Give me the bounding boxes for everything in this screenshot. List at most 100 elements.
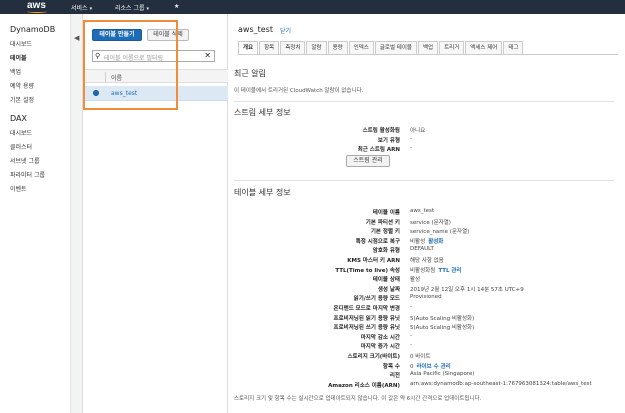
table-name-value-text: aws_test xyxy=(410,208,435,214)
kms-master-key-arn-value: 해당 사항 없음 xyxy=(410,256,444,264)
item-count-action-link[interactable]: 라이브 수 관리 xyxy=(417,364,451,370)
stream-details-heading: 스트림 세부 정보 xyxy=(234,108,291,117)
tab-indexes[interactable]: 인덱스 xyxy=(348,41,374,54)
recent-alarms-heading: 최근 알림 xyxy=(234,69,266,78)
table-details-heading: 테이블 세부 정보 xyxy=(234,188,291,197)
table-status-value: 활성 xyxy=(410,275,420,283)
table-name-value: aws_test xyxy=(410,208,434,214)
pin-icon[interactable]: ★ xyxy=(174,3,179,10)
sidebar-item-dax-dashboard[interactable]: 대시보드 xyxy=(10,128,32,137)
ttl-attribute-value: 비활성화됨 TTL 관리 xyxy=(410,266,461,274)
provisioned-write-capacity-label: 프로비저닝된 쓰기 용량 유닛 xyxy=(333,325,400,332)
recent-alarms-note: 이 테이블에서 트리거된 CloudWatch 알람이 없습니다. xyxy=(234,88,364,94)
last-decrease-time-label: 마지막 감소 시간 xyxy=(360,334,400,341)
tab-items[interactable]: 항목 xyxy=(259,41,280,54)
creation-date-value-text: 2019년 2월 12일 오후 1시 14분 57초 UTC+9 xyxy=(410,286,524,293)
sidebar-collapse-handle[interactable]: ◀ xyxy=(71,14,83,413)
page-title: aws_test xyxy=(238,25,273,34)
storage-size-value-text: 0 바이트 xyxy=(410,354,431,360)
tab-triggers[interactable]: 트리거 xyxy=(439,41,465,54)
arn-label: Amazon 리소스 이름(ARN) xyxy=(328,382,400,389)
sidebar-item-preferences[interactable]: 기본 설정 xyxy=(10,95,34,104)
services-label: 서비스 xyxy=(71,5,88,12)
sidebar-item-clusters[interactable]: 클러스터 xyxy=(10,142,32,151)
capacity-mode-label: 읽기/쓰기 용량 모드 xyxy=(353,296,400,303)
sidebar-title-dynamodb: DynamoDB xyxy=(10,25,56,34)
last-increase-time-value-text: - xyxy=(410,342,412,349)
capacity-mode-value-text: Provisioned xyxy=(410,294,442,301)
manage-stream-button[interactable]: 스트림 관리 xyxy=(346,155,390,167)
table-name-label: 테이블 이름 xyxy=(372,210,400,216)
capacity-mode-value: Provisioned xyxy=(410,294,442,300)
provisioned-write-capacity-value-text: 5(Auto Scaling 비활성화) xyxy=(410,325,475,332)
sort-key-value: service_name (문자열) xyxy=(410,227,469,235)
view-type-label: 보기 유형 xyxy=(377,138,400,144)
encryption-type-value-text: DEFAULT xyxy=(410,246,434,253)
tab-metrics[interactable]: 측정치 xyxy=(280,41,306,54)
point-in-time-recovery-action-link[interactable]: 활성화 xyxy=(428,239,443,245)
last-decrease-time-value: - xyxy=(410,333,412,339)
encryption-type-label: 암호화 유형 xyxy=(372,248,400,255)
aws-logo[interactable]: aws xyxy=(27,1,46,11)
sort-key-label: 기본 정렬 키 xyxy=(370,229,400,236)
section-divider xyxy=(234,101,614,102)
stream-enabled-value: 아니요 xyxy=(410,128,426,134)
clear-icon[interactable]: ✕ xyxy=(204,51,211,60)
close-link[interactable]: 닫기 xyxy=(280,26,291,35)
sidebar-item-backups[interactable]: 백업 xyxy=(10,67,21,76)
item-count-label: 항목 수 xyxy=(382,363,400,370)
creation-date-label: 생성 날짜 xyxy=(377,286,400,293)
tab-tags[interactable]: 태그 xyxy=(503,41,524,54)
ttl-attribute-action-link[interactable]: TTL 관리 xyxy=(438,268,461,274)
tab-alarms[interactable]: 알람 xyxy=(306,41,327,54)
partition-key-value: service (문자열) xyxy=(410,218,451,226)
last-change-to-on-demand-label: 온디맨드 모드로 마지막 변경 xyxy=(333,306,400,312)
resource-groups-label: 리소스 그룹 xyxy=(115,5,145,12)
tab-global-tables[interactable]: 글로벌 테이블 xyxy=(374,41,417,54)
last-change-to-on-demand-value-text: - xyxy=(410,304,412,310)
tab-access-control[interactable]: 액세스 제어 xyxy=(465,41,503,54)
point-in-time-recovery-value: 비활성 활성화 xyxy=(410,237,443,245)
arn-value: arn:aws:dynamodb:ap-southeast-1:76796308… xyxy=(410,381,592,387)
partition-key-label: 기본 파티션 키 xyxy=(365,219,400,226)
last-increase-time-value: - xyxy=(410,342,412,348)
chevron-down-icon: ▾ xyxy=(89,6,93,12)
footer-note: 스토리지 크기 및 항목 수는 실시간으로 업데이트되지 않습니다. 이 값은 … xyxy=(234,396,482,402)
ttl-attribute-label: TTL(Time to live) 속성 xyxy=(335,267,400,274)
encryption-type-value: DEFAULT xyxy=(410,246,434,252)
table-detail-pane: aws_test 닫기 개요 항목 측정치 알람 용량 인덱스 글로벌 테이블 … xyxy=(232,14,625,413)
storage-size-label: 스토리지 크기(바이트) xyxy=(347,354,400,360)
resource-groups-menu[interactable]: 리소스 그룹 ▾ xyxy=(115,3,149,12)
tab-backups[interactable]: 백업 xyxy=(417,41,439,54)
sidebar-title-dax: DAX xyxy=(10,114,27,123)
services-menu[interactable]: 서비스 ▾ xyxy=(71,3,92,12)
chevron-left-icon: ◀ xyxy=(74,34,80,42)
latest-stream-arn-label: 최근 스트림 ARN xyxy=(357,147,400,153)
creation-date-value: 2019년 2월 12일 오후 1시 14분 57초 UTC+9 xyxy=(410,285,524,293)
aws-logo-smile-icon xyxy=(27,10,47,13)
partition-key-value-text: service (문자열) xyxy=(410,219,451,226)
stream-enabled-label: 스트림 활성화됨 xyxy=(362,128,400,134)
last-decrease-time-value-text: - xyxy=(410,332,412,339)
provisioned-read-capacity-value: 5(Auto Scaling 비활성화) xyxy=(410,314,474,322)
tab-underline xyxy=(238,54,618,55)
tab-overview[interactable]: 개요 xyxy=(238,41,259,54)
storage-size-value: 0 바이트 xyxy=(410,352,430,360)
sidebar-item-reserved-capacity[interactable]: 예약 용량 xyxy=(10,81,34,90)
sidebar-item-dashboard[interactable]: 대시보드 xyxy=(10,39,32,48)
point-in-time-recovery-label: 특정 시점으로 복구 xyxy=(355,238,400,245)
point-in-time-recovery-value-text: 비활성 xyxy=(410,238,426,245)
tab-capacity[interactable]: 용량 xyxy=(327,41,348,54)
sidebar-item-subnet-groups[interactable]: 서브넷 그룹 xyxy=(10,156,40,165)
provisioned-read-capacity-value-text: 5(Auto Scaling 비활성화) xyxy=(410,315,475,322)
sidebar-item-parameter-groups[interactable]: 파라미터 그룹 xyxy=(10,170,45,179)
sidebar-item-events[interactable]: 이벤트 xyxy=(10,184,27,193)
latest-stream-arn-value: - xyxy=(410,145,412,151)
sort-key-value-text: service_name (문자열) xyxy=(410,229,470,236)
sidebar-item-tables[interactable]: 테이블 xyxy=(10,53,27,62)
item-count-value: 0 라이브 수 관리 xyxy=(410,362,451,370)
arn-value-text: arn:aws:dynamodb:ap-southeast-1:76796308… xyxy=(410,380,592,387)
sidebar: DynamoDB 대시보드 테이블 백업 예약 용량 기본 설정 DAX 대시보… xyxy=(0,14,71,413)
region-value-text: Asia Pacific (Singapore) xyxy=(410,371,475,378)
provisioned-read-capacity-label: 프로비저닝된 읽기 용량 유닛 xyxy=(333,315,400,322)
